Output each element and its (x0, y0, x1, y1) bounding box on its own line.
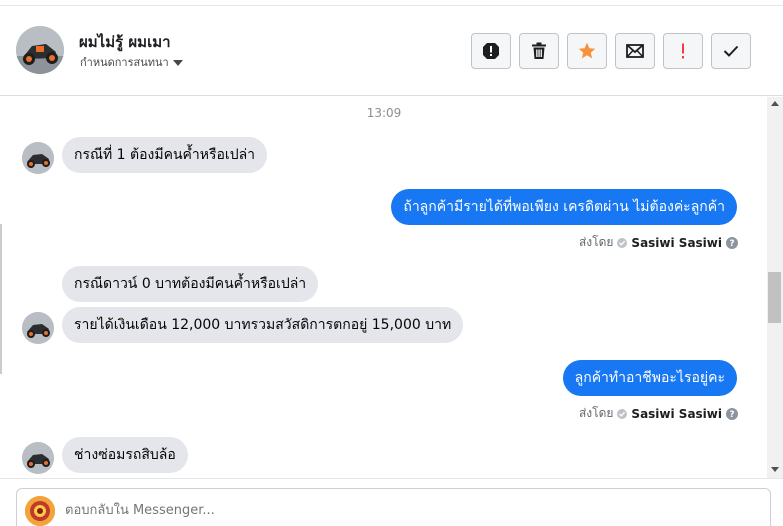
help-icon[interactable]: ? (726, 407, 738, 420)
scroll-thumb[interactable] (768, 272, 781, 323)
header-top-divider (0, 0, 783, 6)
sender-avatar (22, 142, 54, 174)
thread-left-edge (0, 224, 2, 374)
sent-by-prefix: ส่งโดย (578, 235, 614, 249)
composer-box[interactable] (16, 488, 771, 526)
mark-spam-button[interactable] (471, 33, 511, 69)
outgoing-message[interactable]: ลูกค้าทำอาชีพอะไรอยู่คะ (562, 360, 737, 396)
mark-done-button[interactable] (711, 33, 751, 69)
trash-icon (532, 42, 546, 59)
exclamation-icon (682, 43, 684, 59)
header-actions (471, 33, 751, 69)
sent-by-prefix: ส่งโดย (578, 406, 614, 420)
conversation-label-dropdown[interactable]: กำหนดการสนทนา (80, 53, 183, 71)
verified-icon (617, 408, 628, 419)
conversation-header: ผมไม่รู้ ผมเมา กำหนดการสนทนา (0, 0, 783, 96)
message-thread: 13:09 กรณีที่ 1 ต้องมีคนค้ำหรือเปล่า ถ้า… (0, 97, 768, 478)
page-avatar (25, 496, 55, 526)
sender-avatar (22, 442, 54, 474)
exclamation-circle-icon (483, 43, 499, 59)
checkmark-icon (723, 45, 739, 57)
scroll-down-arrow-icon[interactable] (771, 467, 779, 472)
incoming-message[interactable]: รายได้เงินเดือน 12,000 บาทรวมสวัสดิการตก… (62, 307, 464, 343)
sent-by-label: ส่งโดย Sasiwi Sasiwi ? (579, 233, 738, 252)
delete-button[interactable] (519, 33, 559, 69)
contact-name[interactable]: ผมไม่รู้ ผมเมา (79, 30, 171, 54)
incoming-message[interactable]: กรณีดาวน์ 0 บาทต้องมีคนค้ำหรือเปล่า (62, 266, 319, 302)
sender-name: Sasiwi Sasiwi (631, 406, 722, 421)
star-button[interactable] (567, 33, 607, 69)
star-icon (578, 42, 596, 59)
conversation-label-text: กำหนดการสนทนา (80, 56, 169, 69)
incoming-message[interactable]: กรณีที่ 1 ต้องมีคนค้ำหรือเปล่า (62, 137, 268, 173)
help-icon[interactable]: ? (726, 236, 738, 249)
thread-scrollbar[interactable] (767, 97, 783, 478)
contact-avatar[interactable] (16, 26, 64, 74)
sender-avatar (22, 312, 54, 344)
scroll-up-arrow-icon[interactable] (771, 101, 779, 106)
sender-name: Sasiwi Sasiwi (631, 235, 722, 250)
verified-icon (617, 237, 628, 248)
follow-up-button[interactable] (663, 33, 703, 69)
composer (0, 478, 783, 526)
outgoing-message[interactable]: ถ้าลูกค้ามีรายได้ที่พอเพียง เครดิตผ่าน ไ… (391, 189, 737, 225)
caret-down-icon (172, 60, 183, 66)
thread-timestamp: 13:09 (366, 106, 402, 120)
mark-unread-button[interactable] (615, 33, 655, 69)
envelope-icon (626, 44, 644, 58)
incoming-message[interactable]: ช่างซ่อมรถสิบล้อ (62, 437, 188, 473)
svg-text:?: ? (729, 410, 734, 420)
svg-text:?: ? (729, 239, 734, 249)
reply-input[interactable] (65, 489, 745, 526)
sent-by-label: ส่งโดย Sasiwi Sasiwi ? (579, 404, 738, 423)
